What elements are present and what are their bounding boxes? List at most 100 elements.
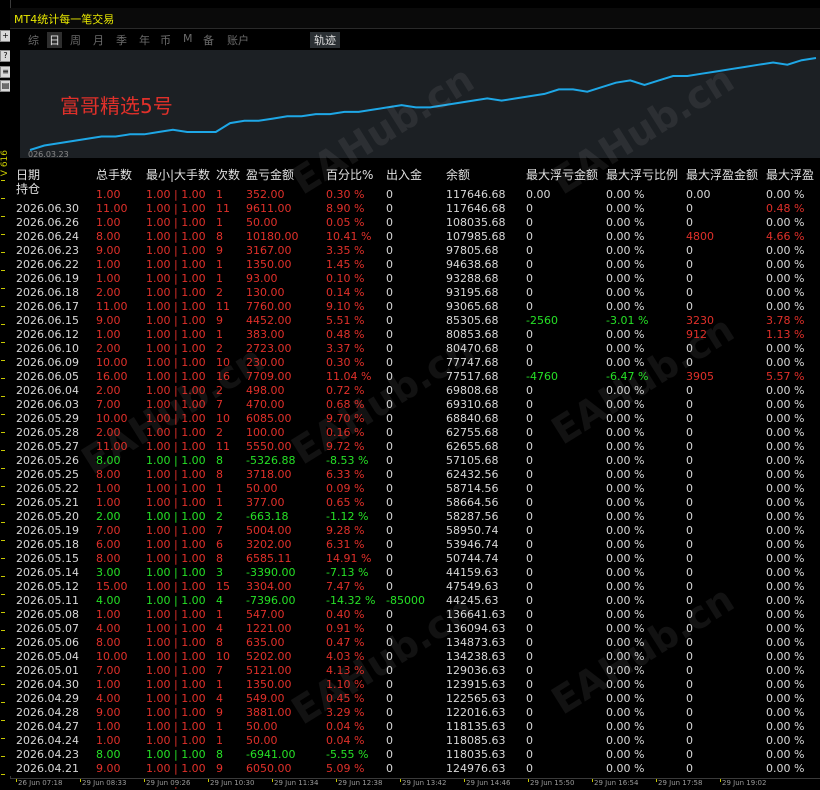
cell-lots: 1.00 (96, 216, 121, 229)
cell-pct: 10.41 % (326, 230, 372, 243)
cell-max-fp-pct: 0.00 % (766, 356, 805, 369)
cell-lots: 8.00 (96, 454, 121, 467)
axis-tick (1, 756, 5, 757)
axis-tick (1, 342, 5, 343)
table-row: 2026.04.23 8.00 1.00 | 1.00 8 -6941.00 -5.55 … (16, 748, 820, 762)
cell-date: 2026.05.21 (16, 496, 79, 509)
cell-minmax: 1.00 | 1.00 (146, 384, 206, 397)
tab-day[interactable]: 日 (47, 32, 62, 48)
cell-max-fp-pct: 0.00 % (766, 566, 805, 579)
cell-max-fp-pct: 0.00 % (766, 734, 805, 747)
tab-note[interactable]: 备 (203, 32, 214, 48)
cell-max-dd-pct: 0.00 % (606, 580, 645, 593)
cell-max-fp-pct: 0.00 % (766, 342, 805, 355)
window-title: MT4统计每一笔交易 (14, 13, 115, 26)
cell-flow: 0 (386, 356, 393, 369)
cell-max-fp-amt: 4800 (686, 230, 714, 243)
tab-currency[interactable]: 币 (160, 32, 171, 48)
cell-max-fp-amt: 3905 (686, 370, 714, 383)
cell-max-dd-amt: 0 (526, 398, 533, 411)
cell-max-fp-pct: 0.00 % (766, 440, 805, 453)
cell-pct: 0.30 % (326, 188, 365, 201)
cell-date: 2026.06.26 (16, 216, 79, 229)
cell-minmax: 1.00 | 1.00 (146, 188, 206, 201)
table-row: 2026.04.27 1.00 1.00 | 1.00 1 50.00 0.04 % 0 11… (16, 720, 820, 734)
cell-max-fp-amt: 0 (686, 342, 693, 355)
cell-lots: 8.00 (96, 230, 121, 243)
cell-balance: 62432.56 (446, 468, 499, 481)
cell-max-fp-pct: 0.00 % (766, 664, 805, 677)
cell-max-dd-amt: -4760 (526, 370, 558, 383)
cell-max-dd-amt: 0 (526, 468, 533, 481)
cell-minmax: 1.00 | 1.00 (146, 286, 206, 299)
cell-flow: 0 (386, 566, 393, 579)
cell-minmax: 1.00 | 1.00 (146, 552, 206, 565)
cell-flow: 0 (386, 454, 393, 467)
axis-tick (1, 684, 5, 685)
cell-minmax: 1.00 | 1.00 (146, 566, 206, 579)
time-tick (592, 779, 593, 782)
cell-max-fp-amt: 0 (686, 734, 693, 747)
cell-max-fp-pct: 0.00 % (766, 678, 805, 691)
cell-max-fp-amt: 0 (686, 762, 693, 775)
balance-chart: 富哥精选5号 026.03.23 (20, 50, 820, 159)
cell-date: 2026.05.01 (16, 664, 79, 677)
axis-tick (1, 288, 5, 289)
cell-flow: 0 (386, 314, 393, 327)
cell-lots: 9.00 (96, 762, 121, 775)
cell-max-dd-amt: 0 (526, 734, 533, 747)
cell-pnl: 549.00 (246, 692, 285, 705)
axis-tick (1, 198, 5, 199)
cell-date: 2026.05.27 (16, 440, 79, 453)
cell-count: 11 (216, 202, 230, 215)
cell-balance: 122016.63 (446, 706, 506, 719)
cell-count: 1 (216, 496, 223, 509)
cell-count: 7 (216, 664, 223, 677)
tab-account[interactable]: 账户 (227, 32, 249, 48)
table-row: 2026.06.15 9.00 1.00 | 1.00 9 4452.00 5.51 % 0… (16, 314, 820, 328)
cell-max-fp-pct: 0.00 % (766, 426, 805, 439)
cell-pct: 0.04 % (326, 734, 365, 747)
cell-lots: 11.00 (96, 440, 128, 453)
cell-max-dd-pct: 0.00 % (606, 748, 645, 761)
cell-flow: 0 (386, 622, 393, 635)
cell-max-dd-pct: 0.00 % (606, 608, 645, 621)
table-row: 2026.06.19 1.00 1.00 | 1.00 1 93.00 0.10 % 0 93… (16, 272, 820, 286)
cell-max-dd-pct: 0.00 % (606, 440, 645, 453)
cell-pnl: 50.00 (246, 482, 278, 495)
tab-year[interactable]: 年 (139, 32, 150, 48)
cell-max-dd-amt: 0 (526, 300, 533, 313)
cell-pct: 0.65 % (326, 496, 365, 509)
cell-pnl: 547.00 (246, 608, 285, 621)
table-row: 2026.05.29 10.00 1.00 | 1.00 10 6085.00 9.70 … (16, 412, 820, 426)
cell-pnl: 7760.00 (246, 300, 292, 313)
tab-summary[interactable]: 综 (28, 32, 39, 48)
tab-magic[interactable]: M (183, 32, 193, 45)
cell-date: 2026.05.26 (16, 454, 79, 467)
cell-lots: 15.00 (96, 580, 128, 593)
cell-max-fp-pct: 0.00 % (766, 398, 805, 411)
cell-max-dd-pct: 0.00 % (606, 412, 645, 425)
tab-track[interactable]: 轨迹 (310, 32, 340, 48)
tab-week[interactable]: 周 (70, 32, 81, 48)
axis-tick (1, 594, 5, 595)
cell-max-fp-pct: 0.00 % (766, 384, 805, 397)
time-tick (208, 779, 209, 782)
axis-tick (1, 648, 5, 649)
cell-max-fp-pct: 3.78 % (766, 314, 805, 327)
tab-quarter[interactable]: 季 (116, 32, 127, 48)
cell-pnl: 50.00 (246, 734, 278, 747)
tab-month[interactable]: 月 (93, 32, 104, 48)
col-header-max-fp-amt: 最大浮盈金额 (686, 168, 759, 182)
cell-balance: 134873.63 (446, 636, 506, 649)
cell-max-dd-pct: 0.00 % (606, 426, 645, 439)
cell-balance: 136641.63 (446, 608, 506, 621)
cell-lots: 3.00 (96, 566, 121, 579)
cell-pct: 3.29 % (326, 706, 365, 719)
cell-balance: 85305.68 (446, 314, 499, 327)
table-row: 2026.05.08 1.00 1.00 | 1.00 1 547.00 0.40 % 0 1… (16, 608, 820, 622)
cell-pnl: 50.00 (246, 720, 278, 733)
table-row: 2026.06.17 11.00 1.00 | 1.00 11 7760.00 9.10 … (16, 300, 820, 314)
cell-pnl: 230.00 (246, 356, 285, 369)
cell-max-fp-amt: 3230 (686, 314, 714, 327)
